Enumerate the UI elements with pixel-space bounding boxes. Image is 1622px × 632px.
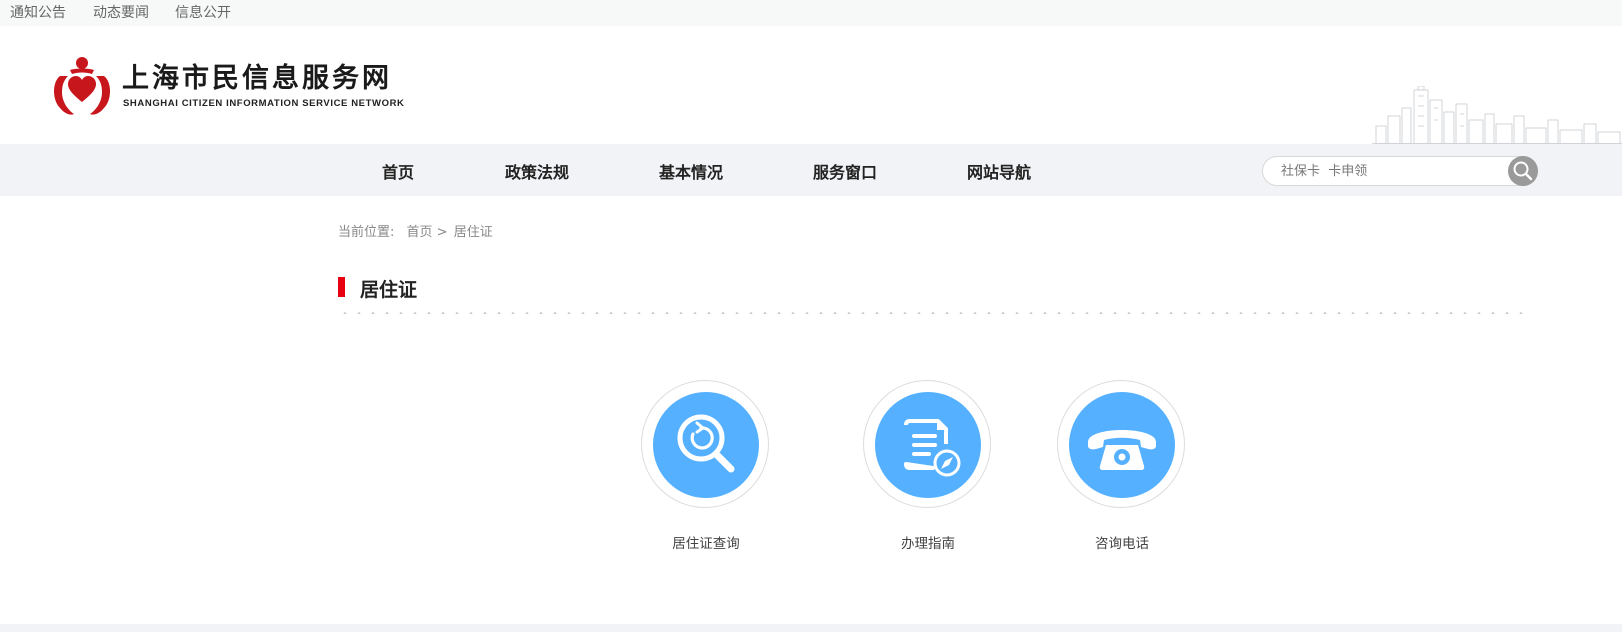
magnifier-icon: [1513, 161, 1533, 181]
breadcrumb-label: 当前位置:: [338, 225, 395, 240]
nav-item-service-window[interactable]: 服务窗口: [813, 159, 877, 183]
nav-item-policies[interactable]: 政策法规: [505, 159, 569, 183]
breadcrumb: 当前位置: 首页 > 居住证: [338, 221, 501, 240]
tile-ring: [863, 380, 991, 508]
breadcrumb-home-link[interactable]: 首页 >: [407, 225, 448, 240]
site-logo-subtitle: SHANGHAI CITIZEN INFORMATION SERVICE NET…: [123, 98, 405, 109]
tile-ring: [641, 380, 769, 508]
tile-label[interactable]: 居住证查询: [636, 532, 776, 552]
tile-consultation-hotline[interactable]: 咨询电话: [1052, 380, 1192, 560]
search-refresh-icon: [677, 414, 735, 473]
search-input[interactable]: [1281, 162, 1501, 180]
site-header: 上海市民信息服务网 SHANGHAI CITIZEN INFORMATION S…: [0, 26, 1622, 144]
top-link-info-disclosure[interactable]: 信息公开: [175, 2, 231, 22]
city-skyline-icon: [1372, 86, 1622, 144]
top-link-notices[interactable]: 通知公告: [10, 2, 66, 22]
section-title-marker: [338, 277, 345, 297]
tile-disc: [875, 392, 981, 498]
page-title: 居住证: [360, 279, 418, 301]
dotted-divider: [338, 312, 1532, 314]
search-box: [1262, 156, 1538, 186]
nav-item-site-map[interactable]: 网站导航: [967, 159, 1031, 183]
nav-item-basic-info[interactable]: 基本情况: [659, 159, 723, 183]
breadcrumb-current: 居住证: [453, 225, 493, 240]
tile-residence-permit-query[interactable]: 居住证查询: [636, 380, 776, 560]
nav-item-home[interactable]: 首页: [382, 159, 414, 183]
search-button[interactable]: [1508, 156, 1538, 186]
logo-heart-emblem-icon[interactable]: [50, 56, 114, 118]
tile-disc: [1069, 392, 1175, 498]
tile-application-guide[interactable]: 办理指南: [858, 380, 998, 560]
footer-strip: [0, 624, 1622, 632]
document-guide-icon: [904, 419, 961, 477]
top-utility-bar: 通知公告 动态要闻 信息公开: [0, 0, 1622, 26]
tile-label[interactable]: 咨询电话: [1052, 532, 1192, 552]
telephone-icon: [1088, 430, 1156, 470]
top-link-news[interactable]: 动态要闻: [93, 2, 149, 22]
tile-label[interactable]: 办理指南: [858, 532, 998, 552]
tile-disc: [653, 392, 759, 498]
main-nav: 首页 政策法规 基本情况 服务窗口 网站导航: [0, 144, 1622, 196]
site-logo-title[interactable]: 上海市民信息服务网: [122, 56, 392, 95]
tile-ring: [1057, 380, 1185, 508]
